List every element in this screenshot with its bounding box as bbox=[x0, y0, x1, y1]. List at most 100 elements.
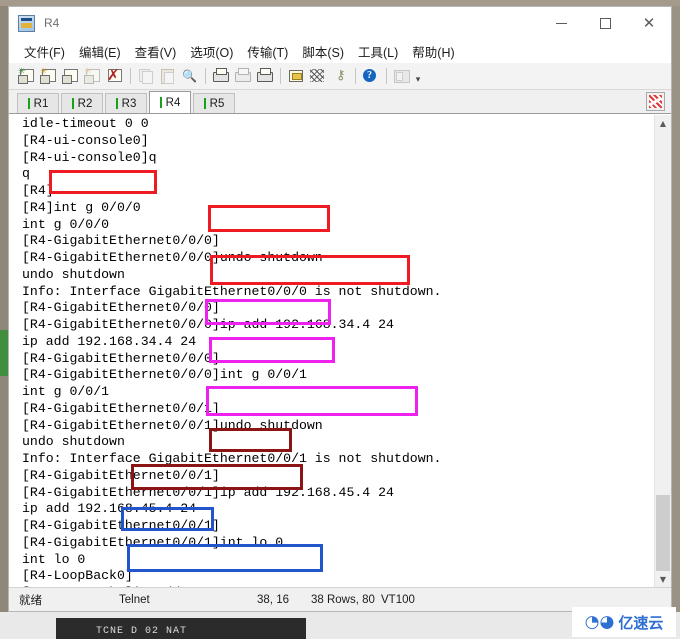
tab-label: R1 bbox=[34, 98, 49, 110]
terminal-line: [R4-ui-console0]q bbox=[22, 150, 654, 167]
terminal-area: idle-timeout 0 0[R4-ui-console0][R4-ui-c… bbox=[9, 114, 671, 587]
menu-transfer[interactable]: 传输(T) bbox=[240, 40, 295, 63]
terminal-line: [R4-LoopBack0]ip add 10.10.4.4 24 bbox=[22, 585, 654, 587]
tab-strip: R1 R2 R3 R4 R5 bbox=[9, 90, 671, 114]
scrollbar-thumb[interactable] bbox=[656, 495, 670, 575]
new-session-icon: ✳ bbox=[18, 68, 35, 84]
clone-session-button[interactable]: ✳ bbox=[38, 66, 59, 87]
terminal-line: [R4-GigabitEthernet0/0/0]ip add 192.168.… bbox=[22, 317, 654, 334]
paste-icon bbox=[159, 68, 176, 84]
toolbar-separator-4 bbox=[355, 68, 356, 84]
terminal-line: [R4-GigabitEthernet0/0/0] bbox=[22, 300, 654, 317]
help-button[interactable]: ? bbox=[360, 66, 381, 87]
terminal-line: [R4-GigabitEthernet0/0/0]int g 0/0/1 bbox=[22, 367, 654, 384]
tab-r2[interactable]: R2 bbox=[61, 93, 103, 113]
session-options-icon bbox=[287, 68, 304, 84]
reconnect-button[interactable]: ✳ bbox=[82, 66, 103, 87]
maximize-button[interactable] bbox=[583, 7, 627, 39]
toolbar-separator-3 bbox=[280, 68, 281, 84]
close-tab-button[interactable] bbox=[646, 92, 665, 111]
tab-r1[interactable]: R1 bbox=[17, 93, 59, 113]
terminal-line: [R4-GigabitEthernet0/0/0] bbox=[22, 351, 654, 368]
terminal-line: Info: Interface GigabitEthernet0/0/0 is … bbox=[22, 284, 654, 301]
menu-file[interactable]: 文件(F) bbox=[17, 40, 72, 63]
tab-r4[interactable]: R4 bbox=[149, 91, 191, 113]
log-session-button[interactable] bbox=[232, 66, 253, 87]
terminal-line: int g 0/0/1 bbox=[22, 384, 654, 401]
new-session-button[interactable]: ✳ bbox=[16, 66, 37, 87]
terminal-app-icon bbox=[18, 15, 35, 32]
menu-help[interactable]: 帮助(H) bbox=[405, 40, 461, 63]
terminal-line: [R4] bbox=[22, 183, 654, 200]
layout-icon bbox=[393, 68, 410, 84]
terminal-line: Info: Interface GigabitEthernet0/0/1 is … bbox=[22, 451, 654, 468]
terminal-line: [R4-GigabitEthernet0/0/1]undo shutdown bbox=[22, 418, 654, 435]
terminal-line: [R4-GigabitEthernet0/0/1] bbox=[22, 401, 654, 418]
paste-button[interactable] bbox=[157, 66, 178, 87]
status-ready: 就绪 bbox=[19, 592, 119, 608]
find-icon: 🔍 bbox=[181, 68, 198, 84]
terminal-line: [R4-GigabitEthernet0/0/1]ip add 192.168.… bbox=[22, 485, 654, 502]
close-icon: ✕ bbox=[643, 16, 656, 31]
properties-button[interactable] bbox=[307, 66, 328, 87]
print-button[interactable] bbox=[254, 66, 275, 87]
terminal-line: [R4-LoopBack0] bbox=[22, 568, 654, 585]
layout-button[interactable] bbox=[391, 66, 412, 87]
menu-view[interactable]: 查看(V) bbox=[128, 40, 184, 63]
disconnect-icon: ✗ bbox=[106, 68, 123, 84]
scroll-up-button[interactable]: ▲ bbox=[655, 115, 671, 131]
close-tab-icon bbox=[649, 95, 662, 108]
tab-r3[interactable]: R3 bbox=[105, 93, 147, 113]
new-tab-button[interactable] bbox=[60, 66, 81, 87]
toolbar-separator-5 bbox=[386, 68, 387, 84]
maximize-icon bbox=[600, 18, 611, 29]
terminal-line: [R4-GigabitEthernet0/0/0] bbox=[22, 233, 654, 250]
terminal-line: [R4-ui-console0] bbox=[22, 133, 654, 150]
print-screen-button[interactable] bbox=[210, 66, 231, 87]
disconnect-button[interactable]: ✗ bbox=[104, 66, 125, 87]
terminal-line: q bbox=[22, 166, 654, 183]
log-session-icon bbox=[234, 68, 251, 84]
tab-status-icon bbox=[116, 98, 118, 109]
tab-label: R2 bbox=[78, 98, 93, 110]
terminal-line: ip add 192.168.45.4 24 bbox=[22, 501, 654, 518]
copy-icon bbox=[137, 68, 154, 84]
menu-tools[interactable]: 工具(L) bbox=[351, 40, 405, 63]
terminal-line: int g 0/0/0 bbox=[22, 217, 654, 234]
tab-status-icon bbox=[160, 97, 162, 108]
find-button[interactable]: 🔍 bbox=[179, 66, 200, 87]
window-controls: ✕ bbox=[539, 7, 671, 39]
print-screen-icon bbox=[212, 68, 229, 84]
copy-button[interactable] bbox=[135, 66, 156, 87]
terminal-scrollbar[interactable]: ▲ ▼ bbox=[654, 115, 671, 587]
key-button[interactable]: ⚷ bbox=[329, 66, 350, 87]
terminal-output[interactable]: idle-timeout 0 0[R4-ui-console0][R4-ui-c… bbox=[9, 115, 654, 587]
title-bar: R4 ✕ bbox=[9, 7, 671, 39]
menu-script[interactable]: 脚本(S) bbox=[295, 40, 351, 63]
terminal-line: [R4]int g 0/0/0 bbox=[22, 200, 654, 217]
watermark: ◔◕ 亿速云 bbox=[572, 607, 676, 637]
close-button[interactable]: ✕ bbox=[627, 7, 671, 39]
tab-status-icon bbox=[204, 98, 206, 109]
terminal-line: int lo 0 bbox=[22, 552, 654, 569]
terminal-line: undo shutdown bbox=[22, 434, 654, 451]
clone-session-icon: ✳ bbox=[40, 68, 57, 84]
print-icon bbox=[256, 68, 273, 84]
terminal-line: [R4-GigabitEthernet0/0/0]undo shutdown bbox=[22, 250, 654, 267]
scroll-down-button[interactable]: ▼ bbox=[655, 571, 671, 587]
menu-bar: 文件(F) 编辑(E) 查看(V) 选项(O) 传输(T) 脚本(S) 工具(L… bbox=[9, 39, 671, 63]
tab-status-icon bbox=[72, 98, 74, 109]
toolbar-overflow-button[interactable]: ▾ bbox=[413, 67, 423, 85]
toolbar-separator-2 bbox=[205, 68, 206, 84]
menu-edit[interactable]: 编辑(E) bbox=[72, 40, 128, 63]
tab-r5[interactable]: R5 bbox=[193, 93, 235, 113]
terminal-line: undo shutdown bbox=[22, 267, 654, 284]
new-tab-icon bbox=[62, 68, 79, 84]
session-options-button[interactable] bbox=[285, 66, 306, 87]
terminal-line: ip add 192.168.34.4 24 bbox=[22, 334, 654, 351]
desktop-green-tab bbox=[0, 330, 8, 376]
minimize-button[interactable] bbox=[539, 7, 583, 39]
terminal-line: [R4-GigabitEthernet0/0/1]int lo 0 bbox=[22, 535, 654, 552]
menu-options[interactable]: 选项(O) bbox=[183, 40, 240, 63]
status-emulation: VT100 bbox=[381, 594, 415, 606]
